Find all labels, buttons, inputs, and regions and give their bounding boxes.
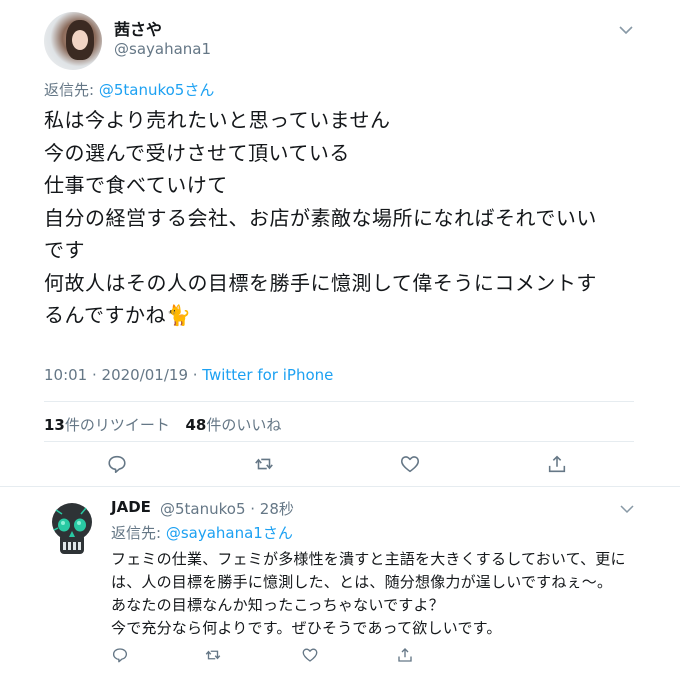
like-icon[interactable]: [301, 646, 319, 664]
reply-text: フェミの仕業、フェミが多様性を潰すと主語を大きくするしておいて、更に は、人の目…: [111, 550, 626, 637]
author-display-name[interactable]: 茜さや: [114, 16, 162, 40]
tweet-client-link[interactable]: Twitter for iPhone: [202, 366, 333, 384]
divider: [44, 401, 634, 402]
reply-author-handle-time[interactable]: @5tanuko5 · 28秒: [160, 498, 294, 519]
author-handle[interactable]: @sayahana1: [114, 40, 211, 58]
engagement-stats: 13件のリツイート 48件のいいね: [44, 414, 281, 435]
divider: [0, 486, 680, 487]
reply-reply-to-prefix: 返信先:: [111, 524, 166, 542]
reply-to-link[interactable]: @5tanuko5さん: [99, 81, 215, 99]
reply-to-line: 返信先: @5tanuko5さん: [44, 79, 214, 100]
likes-count: 48: [185, 416, 207, 434]
divider: [44, 441, 634, 442]
reply-icon[interactable]: [111, 646, 129, 664]
author-avatar[interactable]: [44, 12, 102, 70]
tweet-text: 私は今より売れたいと思っていません 今の選んで受けさせて頂いている 仕事で食べて…: [44, 108, 597, 327]
share-icon[interactable]: [396, 646, 414, 664]
tweet-meta: 10:01 · 2020/01/19 · Twitter for iPhone: [44, 366, 333, 384]
reply-icon[interactable]: [106, 453, 128, 475]
retweets-count: 13: [44, 416, 65, 434]
tweet-timestamp[interactable]: 10:01 · 2020/01/19 ·: [44, 366, 202, 384]
likes-stat[interactable]: 48件のいいね: [185, 416, 281, 434]
retweets-stat[interactable]: 13件のリツイート: [44, 416, 170, 434]
like-icon[interactable]: [399, 453, 421, 475]
chevron-down-icon[interactable]: [618, 502, 636, 516]
reply-reply-to-link[interactable]: @sayahana1さん: [166, 524, 293, 542]
share-icon[interactable]: [546, 453, 568, 475]
retweet-icon[interactable]: [204, 646, 222, 664]
skull-avatar[interactable]: [48, 500, 96, 560]
retweets-label: 件のリツイート: [64, 416, 170, 434]
chevron-down-icon[interactable]: [616, 22, 636, 38]
reply-to-prefix: 返信先:: [44, 81, 99, 99]
retweet-icon[interactable]: [253, 453, 275, 475]
reply-reply-to-line: 返信先: @sayahana1さん: [111, 522, 293, 543]
likes-label: 件のいいね: [206, 416, 282, 434]
reply-author-name[interactable]: JADE: [111, 498, 151, 516]
